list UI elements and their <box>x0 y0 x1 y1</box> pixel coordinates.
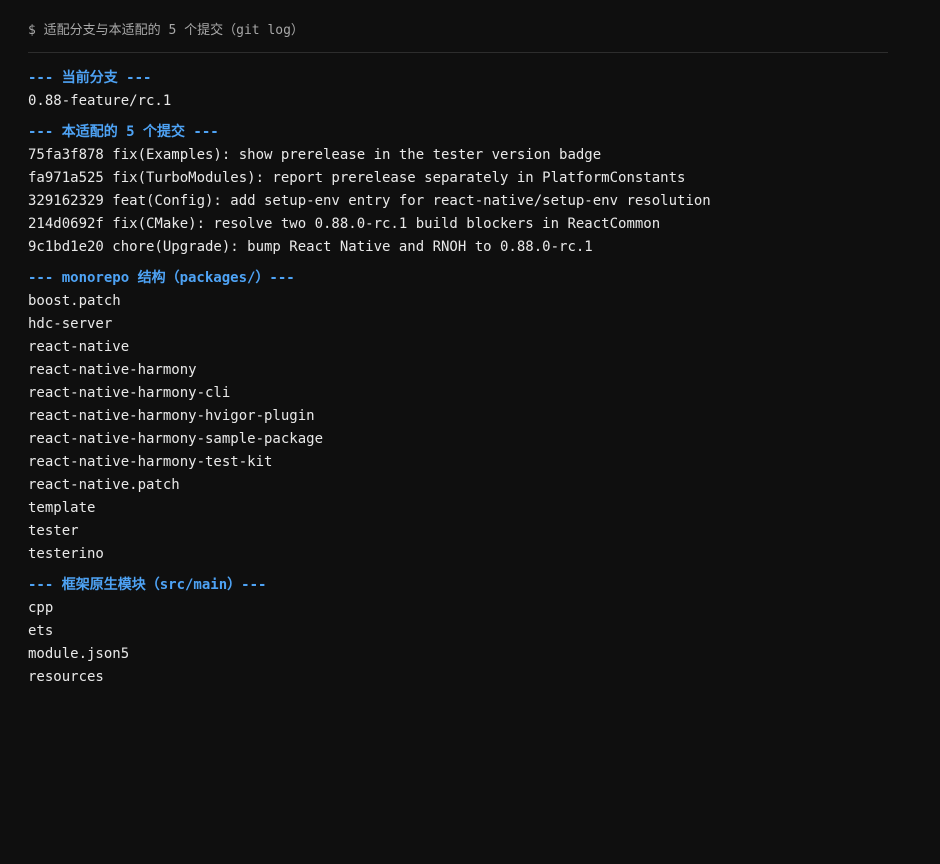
package-line: template <box>28 500 96 516</box>
section-title: --- monorepo 结构（packages/）--- <box>28 270 295 286</box>
divider <box>28 52 888 53</box>
package-line: testerino <box>28 546 104 562</box>
command-line: $ 适配分支与本适配的 5 个提交（git log） <box>28 23 304 38</box>
module-line: ets <box>28 623 54 639</box>
commit-line: 9c1bd1e20 chore(Upgrade): bump React Nat… <box>28 239 593 255</box>
package-line: react-native-harmony-cli <box>28 385 231 401</box>
package-line: react-native-harmony-sample-package <box>28 431 324 447</box>
module-line: resources <box>28 669 104 685</box>
package-line: hdc-server <box>28 316 113 332</box>
package-line: react-native-harmony <box>28 362 197 378</box>
package-line: react-native-harmony-test-kit <box>28 454 273 470</box>
commit-line: 329162329 feat(Config): add setup-env en… <box>28 193 711 209</box>
package-line: react-native <box>28 339 130 355</box>
module-line: cpp <box>28 600 54 616</box>
section-title: --- 当前分支 --- <box>28 70 152 86</box>
output-line: 0.88-feature/rc.1 <box>28 93 172 109</box>
package-line: react-native.patch <box>28 477 180 493</box>
terminal-output: $ 适配分支与本适配的 5 个提交（git log） --- 当前分支 --- … <box>0 0 940 864</box>
package-line: react-native-harmony-hvigor-plugin <box>28 408 315 424</box>
commit-line: 75fa3f878 fix(Examples): show prerelease… <box>28 147 602 163</box>
section-current-branch: --- 当前分支 --- 0.88-feature/rc.1 <box>28 67 888 113</box>
section-packages: --- monorepo 结构（packages/）--- boost.patc… <box>28 267 888 566</box>
commit-line: fa971a525 fix(TurboModules): report prer… <box>28 170 686 186</box>
module-line: module.json5 <box>28 646 130 662</box>
section-title: --- 本适配的 5 个提交 --- <box>28 124 219 140</box>
section-commits: --- 本适配的 5 个提交 --- 75fa3f878 fix(Example… <box>28 121 888 259</box>
package-line: boost.patch <box>28 293 121 309</box>
commit-line: 214d0692f fix(CMake): resolve two 0.88.0… <box>28 216 661 232</box>
package-line: tester <box>28 523 79 539</box>
section-native-modules: --- 框架原生模块（src/main）--- cpp ets module.j… <box>28 574 888 689</box>
section-title: --- 框架原生模块（src/main）--- <box>28 577 267 593</box>
